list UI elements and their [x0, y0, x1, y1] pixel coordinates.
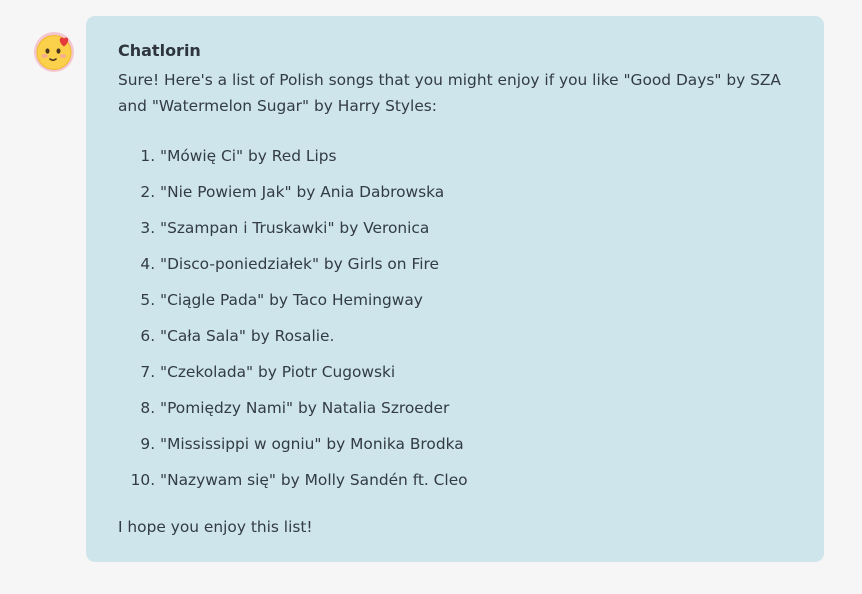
song-list: "Mówię Ci" by Red Lips "Nie Powiem Jak" …: [118, 138, 792, 498]
song-list-item: "Pomiędzy Nami" by Natalia Szroeder: [160, 390, 792, 426]
assistant-message-bubble: Chatlorin Sure! Here's a list of Polish …: [86, 16, 824, 562]
message-outro: I hope you enjoy this list!: [118, 518, 313, 536]
song-list-item: "Nie Powiem Jak" by Ania Dabrowska: [160, 174, 792, 210]
song-list-item: "Mówię Ci" by Red Lips: [160, 138, 792, 174]
assistant-avatar: [33, 31, 75, 73]
song-list-item: "Mississippi w ogniu" by Monika Brodka: [160, 426, 792, 462]
message-intro: Sure! Here's a list of Polish songs that…: [118, 71, 781, 115]
song-list-item: "Czekolada" by Piotr Cugowski: [160, 354, 792, 390]
song-list-item: "Disco-poniedziałek" by Girls on Fire: [160, 246, 792, 282]
song-list-item: "Szampan i Truskawki" by Veronica: [160, 210, 792, 246]
song-list-item: "Ciągle Pada" by Taco Hemingway: [160, 282, 792, 318]
song-list-item: "Cała Sala" by Rosalie.: [160, 318, 792, 354]
song-list-item: "Nazywam się" by Molly Sandén ft. Cleo: [160, 462, 792, 498]
smiling-face-with-heart-icon: [34, 32, 74, 72]
sender-name: Chatlorin: [118, 41, 201, 60]
